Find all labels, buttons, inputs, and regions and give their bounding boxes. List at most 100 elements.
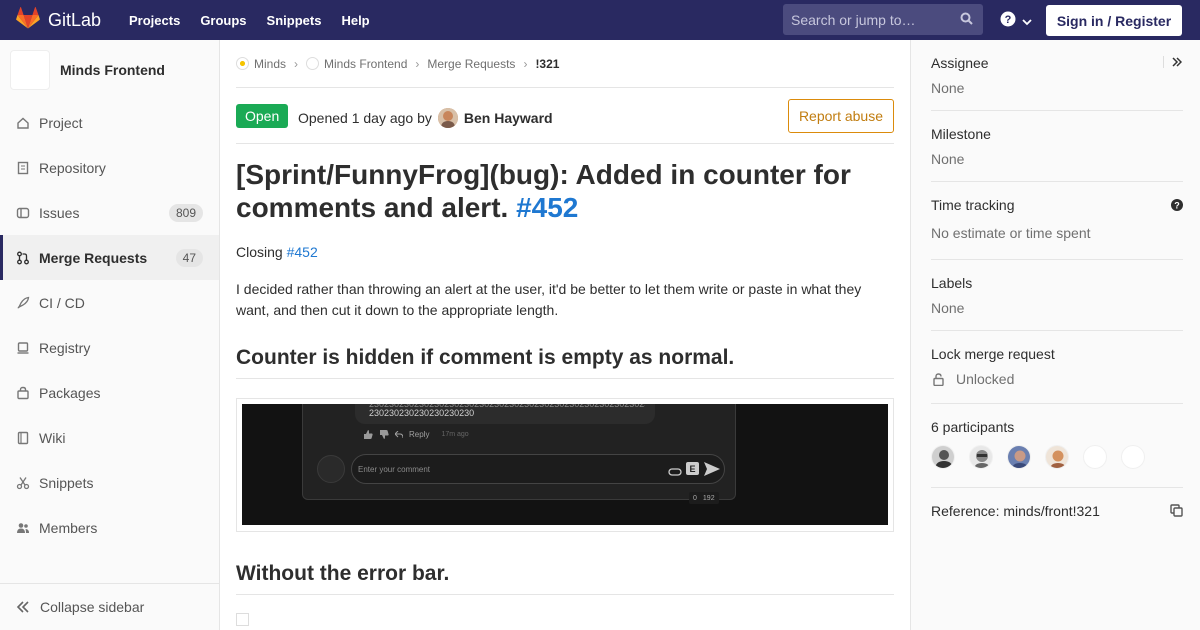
lock-status: Unlocked xyxy=(931,371,1183,387)
svg-text:E: E xyxy=(689,464,695,474)
milestone-value: None xyxy=(931,151,965,167)
reply-arrow-icon xyxy=(395,431,403,438)
description-heading-1: Counter is hidden if comment is empty as… xyxy=(236,346,894,379)
sidebar-item-ci-cd[interactable]: CI / CD xyxy=(0,280,219,325)
main-content: Minds › Minds Frontend › Merge Requests … xyxy=(220,40,910,630)
issues-icon xyxy=(16,206,30,220)
screenshot-counter-a: 0 xyxy=(693,494,697,502)
time-tracking-title: Time tracking xyxy=(931,197,1015,213)
sidebar-item-repository[interactable]: Repository xyxy=(0,145,219,190)
search-box xyxy=(783,4,983,35)
sidebar-item-merge-requests[interactable]: Merge Requests 47 xyxy=(0,235,219,280)
search-input[interactable] xyxy=(791,11,951,28)
sidebar-item-snippets[interactable]: Snippets xyxy=(0,460,219,505)
participant-avatar[interactable] xyxy=(1007,445,1031,469)
nav-projects[interactable]: Projects xyxy=(129,13,180,28)
svg-text:?: ? xyxy=(1005,14,1012,26)
screenshot-counter: 0 192 xyxy=(689,492,719,504)
thumbs-down-icon xyxy=(379,430,389,439)
lock-open-icon xyxy=(933,372,944,386)
lock-block: Lock merge request Unlocked xyxy=(931,346,1183,404)
breadcrumb-label: Minds Frontend xyxy=(324,56,408,71)
book-icon xyxy=(16,431,30,445)
merge-request-icon xyxy=(16,251,30,265)
breadcrumb-merge-requests[interactable]: Merge Requests xyxy=(427,57,515,71)
mr-title: [Sprint/FunnyFrog](bug): Added in counte… xyxy=(236,158,886,224)
emoji-icon: E xyxy=(686,462,699,480)
participant-avatar[interactable] xyxy=(931,445,955,469)
time-tracking-block: Time tracking ? No estimate or time spen… xyxy=(931,197,1183,260)
breadcrumb-minds-frontend[interactable]: Minds Frontend xyxy=(306,57,407,71)
screenshot-comment-bubble: 2302302302302302302302302302302302302302… xyxy=(355,404,655,424)
mr-status-row: Open Opened 1 day ago by Ben Hayward Rep… xyxy=(236,96,894,144)
nav-snippets[interactable]: Snippets xyxy=(267,13,322,28)
nav-help[interactable]: Help xyxy=(341,13,369,28)
milestone-block: Milestone None xyxy=(931,126,1183,182)
breadcrumb: Minds › Minds Frontend › Merge Requests … xyxy=(236,40,894,88)
project-name: Minds Frontend xyxy=(60,62,165,78)
closing-issue-link[interactable]: #452 xyxy=(287,244,318,260)
copy-icon[interactable] xyxy=(1170,504,1183,522)
labels-value: None xyxy=(931,300,965,316)
breadcrumb-separator: › xyxy=(523,56,528,71)
mr-description: I decided rather than throwing an alert … xyxy=(236,281,862,318)
top-navbar: GitLab Projects Groups Snippets Help ? S… xyxy=(0,0,1200,40)
mr-title-issue-link[interactable]: #452 xyxy=(516,192,578,223)
screenshot-reply-label: Reply xyxy=(409,430,430,439)
sidebar-item-label: Issues xyxy=(39,204,80,221)
gitlab-logo-icon xyxy=(16,6,40,34)
sidebar-item-project[interactable]: Project xyxy=(0,100,219,145)
double-chevron-left-icon xyxy=(16,601,30,613)
sidebar-item-label: Repository xyxy=(39,159,106,176)
sidebar-item-members[interactable]: Members xyxy=(0,505,219,550)
sign-in-register-button[interactable]: Sign in / Register xyxy=(1046,5,1182,36)
sidebar-item-issues[interactable]: Issues 809 xyxy=(0,190,219,235)
package-icon xyxy=(16,386,30,400)
sidebar-item-wiki[interactable]: Wiki xyxy=(0,415,219,460)
project-avatar xyxy=(10,50,50,90)
assignee-title: Assignee xyxy=(931,55,989,71)
question-circle-icon: ? xyxy=(1000,11,1016,32)
report-abuse-button[interactable]: Report abuse xyxy=(787,99,894,133)
sidebar-item-label: CI / CD xyxy=(39,294,85,311)
question-circle-icon[interactable]: ? xyxy=(1171,198,1183,216)
sidebar-item-label: Registry xyxy=(39,339,91,356)
sidebar-item-label: Wiki xyxy=(39,429,66,446)
time-tracking-value: No estimate or time spent xyxy=(931,225,1091,241)
thumbs-up-icon xyxy=(363,430,373,439)
attachment-icon xyxy=(668,464,682,482)
project-icon xyxy=(306,57,320,70)
participant-avatar[interactable] xyxy=(1121,445,1145,469)
collapse-sidebar-button[interactable]: Collapse sidebar xyxy=(0,583,219,630)
screenshot-comment-card: 2302302302302302302302302302302302302302… xyxy=(302,404,736,504)
nav-links: Projects Groups Snippets Help xyxy=(115,13,390,28)
scissors-icon xyxy=(16,476,30,490)
sidebar-item-registry[interactable]: Registry xyxy=(0,325,219,370)
project-header[interactable]: Minds Frontend xyxy=(0,40,219,100)
participant-avatar[interactable] xyxy=(1045,445,1069,469)
author-name[interactable]: Ben Hayward xyxy=(464,110,553,126)
search-icon[interactable] xyxy=(960,12,973,30)
right-sidebar: Assignee None Milestone None Time tracki… xyxy=(910,40,1200,630)
opened-text: Opened 1 day ago by xyxy=(298,110,432,126)
breadcrumb-label: Minds xyxy=(254,56,287,71)
sidebar-item-label: Members xyxy=(39,519,98,536)
screenshot-comment-input: Enter your comment E xyxy=(351,454,725,484)
help-dropdown[interactable]: ? xyxy=(1000,11,1032,32)
breadcrumb-minds[interactable]: Minds xyxy=(236,57,286,71)
screenshot-input-placeholder: Enter your comment xyxy=(358,465,431,474)
assignee-value: None xyxy=(931,80,965,96)
rocket-icon xyxy=(16,296,30,310)
users-icon xyxy=(16,521,30,535)
collapse-sidebar-label: Collapse sidebar xyxy=(40,599,145,615)
participant-avatar[interactable] xyxy=(1083,445,1107,469)
nav-groups[interactable]: Groups xyxy=(200,13,246,28)
assignee-block: Assignee None xyxy=(931,55,1183,111)
breadcrumb-mr-id[interactable]: !321 xyxy=(535,57,559,71)
description-screenshot[interactable]: 2302302302302302302302302302302302302302… xyxy=(236,398,894,532)
author-avatar[interactable] xyxy=(437,108,458,128)
breadcrumb-separator: › xyxy=(294,56,299,71)
gitlab-logo-link[interactable]: GitLab xyxy=(0,6,115,34)
participant-avatar[interactable] xyxy=(969,445,993,469)
sidebar-item-packages[interactable]: Packages xyxy=(0,370,219,415)
